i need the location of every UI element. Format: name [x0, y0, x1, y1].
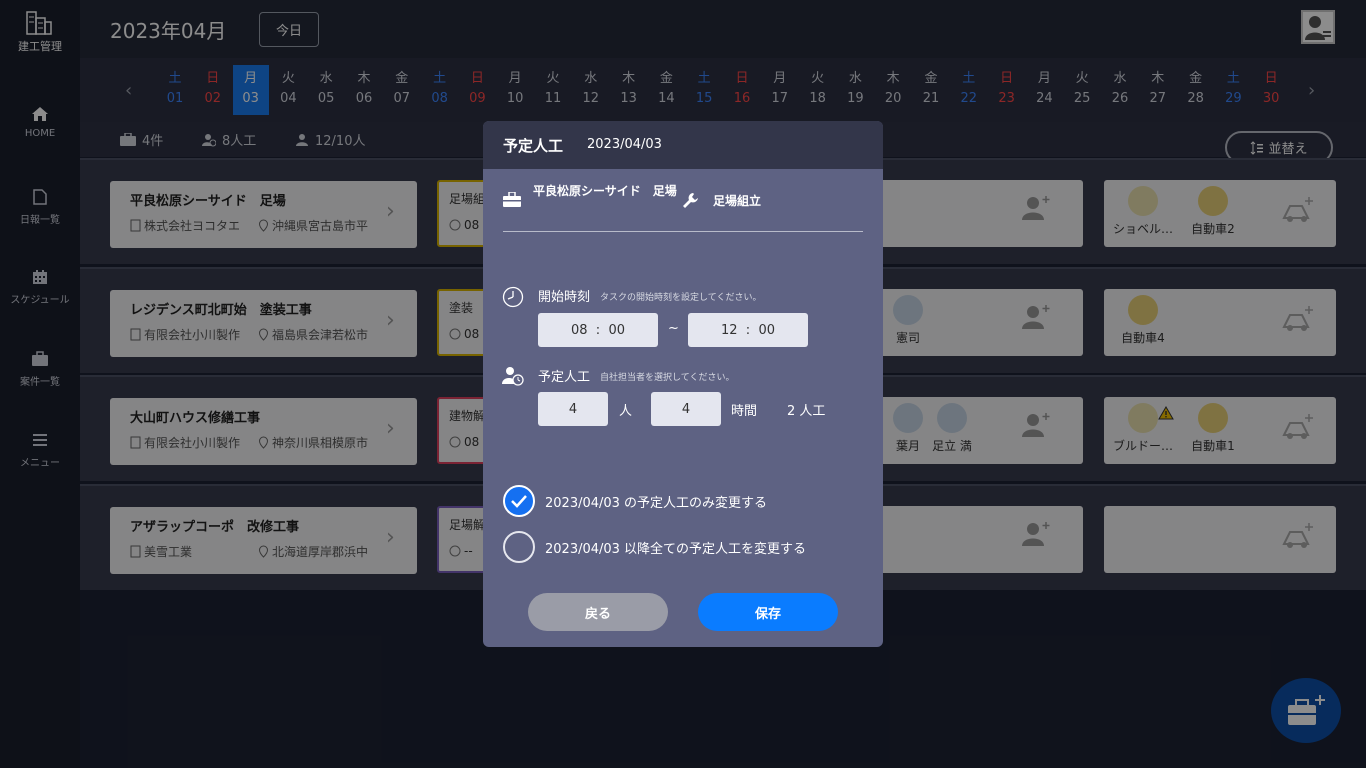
start-time-label: 開始時刻 [538, 290, 591, 305]
dialog-header: 予定人工 2023/04/03 [483, 121, 883, 169]
total-work-units: 2 人工 [787, 404, 826, 419]
back-button[interactable]: 戻る [528, 593, 668, 631]
check-icon [511, 495, 527, 508]
planned-workers-hint: 自社担当者を選択してください。 [600, 373, 735, 383]
option-all-after-date[interactable]: 2023/04/03 以降全ての予定人工を変更する [503, 531, 806, 563]
dialog-work-name: 足場組立 [713, 194, 762, 208]
start-time-input[interactable]: 08 : 00 [538, 313, 658, 347]
radio-checked[interactable] [503, 485, 535, 517]
planned-work-dialog: 予定人工 2023/04/03 平良松原シーサイド 足場 足場組立 開始時刻 タ… [483, 121, 883, 647]
planned-workers-label: 予定人工 [538, 370, 591, 385]
option-only-this-date[interactable]: 2023/04/03 の予定人工のみ変更する [503, 485, 767, 517]
time-range-separator: ~ [668, 321, 679, 336]
dialog-project-name: 平良松原シーサイド 足場 [533, 184, 677, 198]
hours-unit: 時間 [731, 404, 758, 419]
clock-icon [502, 286, 524, 308]
divider [503, 231, 863, 232]
hours-input[interactable]: 4 [651, 392, 721, 426]
save-button[interactable]: 保存 [698, 593, 838, 631]
briefcase-icon [503, 192, 521, 207]
people-unit: 人 [619, 404, 633, 419]
option-label: 2023/04/03 の予定人工のみ変更する [545, 495, 768, 511]
dialog-date: 2023/04/03 [587, 137, 662, 152]
end-time-input[interactable]: 12 : 00 [688, 313, 808, 347]
worker-clock-icon [502, 367, 524, 386]
radio-unchecked[interactable] [503, 531, 535, 563]
dialog-title: 予定人工 [503, 137, 564, 155]
start-time-hint: タスクの開始時刻を設定してください。 [600, 293, 762, 303]
people-count-input[interactable]: 4 [538, 392, 608, 426]
wrench-icon [683, 193, 698, 208]
option-label: 2023/04/03 以降全ての予定人工を変更する [545, 541, 807, 557]
